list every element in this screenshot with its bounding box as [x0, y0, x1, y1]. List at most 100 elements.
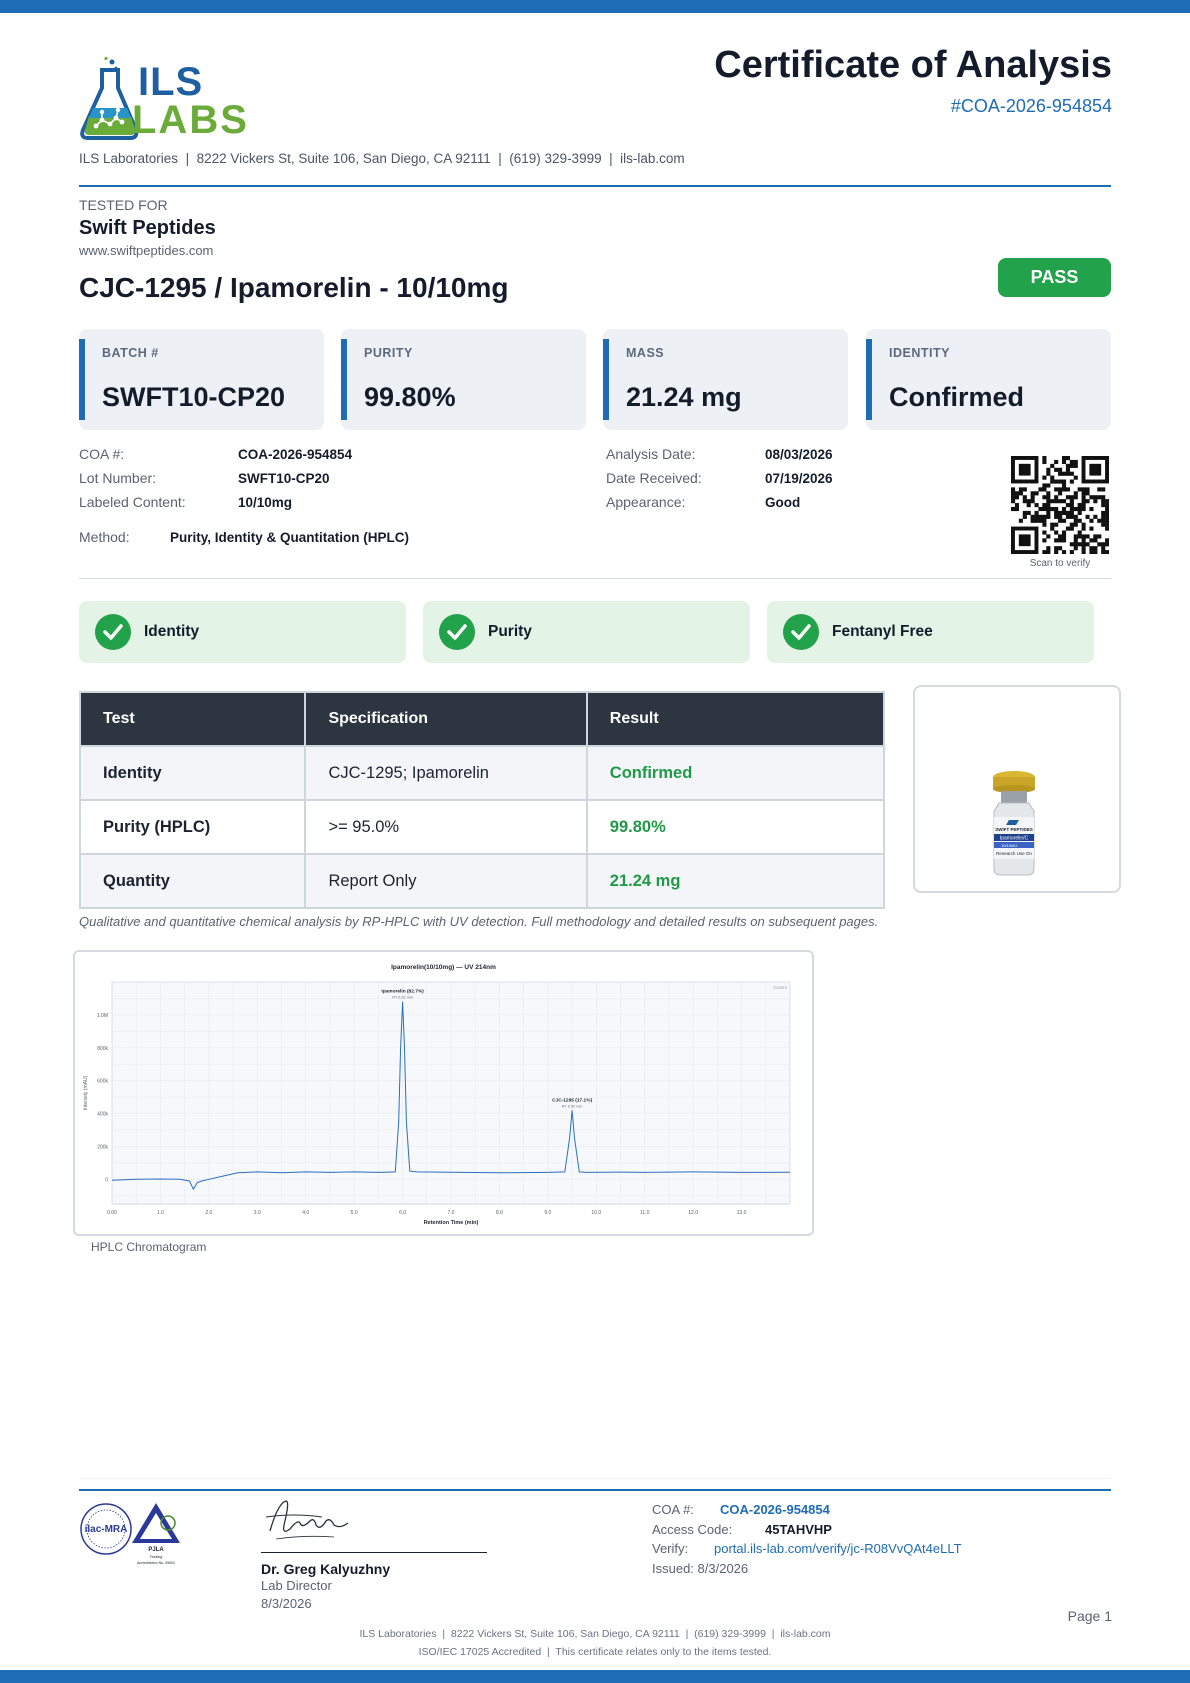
- x-tick-label: 9.0: [544, 1210, 551, 1216]
- lab-contact-line: ILS Laboratories | 8222 Vickers St, Suit…: [79, 151, 685, 166]
- pjla-seal-icon: PJLA Testing Accreditation No. 99602: [132, 1503, 180, 1565]
- y-axis-label: Intensity (mAU): [83, 1075, 89, 1110]
- x-tick-label: 12.0: [688, 1210, 698, 1216]
- vial-image: SWIFT PEPTIDES Ipamorelin/C 10/10MG Rese…: [993, 771, 1035, 876]
- stat-card-mass: MASS 21.24 mg: [603, 329, 848, 430]
- y-tick-label: 600k: [97, 1079, 108, 1085]
- results-table: Test Specification Result Identity CJC-1…: [78, 691, 886, 909]
- qr-code-icon[interactable]: [1011, 456, 1110, 555]
- specification: CJC-1295; Ipamorelin: [304, 745, 588, 801]
- x-tick-label: 3.0: [254, 1210, 261, 1216]
- content-label: Labeled Content:: [79, 494, 186, 510]
- signature-graphic: [265, 1500, 349, 1540]
- issued-date: Issued: 8/3/2026: [652, 1561, 749, 1576]
- wavelength-label: 214nm: [773, 985, 787, 990]
- appearance-value: Good: [765, 495, 801, 510]
- check-fentanyl-free: Fentanyl Free: [767, 601, 1094, 663]
- stat-card-purity: PURITY 99.80%: [341, 329, 586, 430]
- x-tick-label: 2.0: [205, 1210, 212, 1216]
- x-tick-label: 7.0: [448, 1210, 455, 1216]
- result-value: 99.80%: [585, 799, 886, 855]
- stat-card-identity: IDENTITY Confirmed: [866, 329, 1111, 430]
- x-tick-label: 6.0: [399, 1210, 406, 1216]
- verify-link[interactable]: portal.ils-lab.com/verify/jc-R08VvQAt4eL…: [714, 1541, 962, 1556]
- signer-role: Lab Director: [261, 1578, 332, 1593]
- check-label: Purity: [488, 623, 532, 640]
- result-value: 21.24 mg: [585, 853, 886, 909]
- y-tick-label: 800k: [97, 1046, 108, 1052]
- x-tick-label: 0.00: [107, 1210, 117, 1216]
- chart-title: Ipamorelin(10/10mg) — UV 214nm: [391, 964, 496, 971]
- footer-shadow-line: [79, 1478, 1111, 1479]
- vial-band-text: 10/10MG: [1001, 843, 1017, 848]
- check-purity: Purity: [423, 601, 750, 663]
- ils-labs-logo: ILS LABS: [80, 56, 250, 140]
- access-code-value: 45TAHVHP: [765, 1522, 832, 1537]
- stat-value: Confirmed: [889, 382, 1024, 412]
- pjla-seal-sub: Testing: [150, 1554, 163, 1559]
- column-header-test: Test: [78, 691, 307, 747]
- analysis-date-label: Analysis Date:: [606, 446, 696, 462]
- lot-label: Lot Number:: [79, 470, 157, 486]
- check-icon: [95, 614, 131, 650]
- ilac-mra-seal-icon: ilac-MRA: [80, 1503, 132, 1555]
- signature-line: [261, 1552, 487, 1553]
- date-received-value: 07/19/2026: [765, 471, 833, 486]
- x-tick-label: 4.0: [302, 1210, 309, 1216]
- product-title: CJC-1295 / Ipamorelin - 10/10mg: [79, 272, 509, 303]
- document-title: Certificate of Analysis: [714, 44, 1112, 86]
- stat-label: MASS: [626, 346, 665, 360]
- check-identity: Identity: [79, 601, 406, 663]
- table-row: Identity CJC-1295; Ipamorelin Confirmed: [78, 745, 886, 801]
- client-url: www.swiftpeptides.com: [79, 243, 214, 258]
- check-label: Fentanyl Free: [832, 623, 933, 640]
- flask-icon: [80, 56, 139, 140]
- card-accent-bar: [79, 339, 85, 420]
- table-row: Purity (HPLC) >= 95.0% 99.80%: [78, 799, 886, 855]
- section-divider: [79, 578, 1111, 579]
- coa-label: COA #:: [79, 446, 125, 462]
- specification: Report Only: [304, 853, 588, 909]
- check-icon: [439, 614, 475, 650]
- signer-date: 8/3/2026: [261, 1596, 312, 1611]
- column-header-result: Result: [585, 691, 886, 747]
- lot-value: SWFT10-CP20: [238, 471, 330, 486]
- analysis-date-value: 08/03/2026: [765, 447, 833, 462]
- chromatogram-svg: 0.00 1.0 2.0 3.0 4.0 5.0 6.0 7.0 8.0 9.0 10.0 11.0 1…: [83, 964, 791, 1226]
- x-tick-label: 11.0: [640, 1210, 650, 1216]
- method-note: Qualitative and quantitative chemical an…: [79, 914, 879, 929]
- method-value: Purity, Identity & Quantitation (HPLC): [170, 530, 409, 545]
- product-photo-frame: SWIFT PEPTIDES Ipamorelin/C 10/10MG Rese…: [913, 685, 1121, 893]
- logo-text-labs: LABS: [132, 98, 249, 142]
- specification: >= 95.0%: [304, 799, 588, 855]
- x-tick-label: 1.0: [157, 1210, 164, 1216]
- vial-use-text: Research Use On: [996, 851, 1032, 856]
- ilac-seal-text: ilac-MRA: [85, 1524, 128, 1535]
- bottom-accent-bar: [0, 1670, 1190, 1683]
- coa-number-header: #COA-2026-954854: [950, 96, 1112, 116]
- y-tick-label: 200k: [97, 1144, 108, 1150]
- check-label: Identity: [144, 623, 200, 640]
- access-code-label: Access Code:: [652, 1522, 733, 1537]
- check-icon: [783, 614, 819, 650]
- pjla-seal-text: PJLA: [148, 1547, 164, 1553]
- client-name: Swift Peptides: [79, 217, 216, 239]
- coa-value: COA-2026-954854: [238, 447, 353, 462]
- tested-for-label: TESTED FOR: [79, 197, 168, 213]
- appearance-label: Appearance:: [606, 494, 686, 510]
- header-divider: [79, 185, 1111, 187]
- x-tick-label: 10.0: [591, 1210, 601, 1216]
- y-tick-label: 400k: [97, 1112, 108, 1118]
- column-header-specification: Specification: [304, 691, 588, 747]
- pjla-seal-accreditation: Accreditation No. 99602: [137, 1561, 175, 1565]
- peak-retention-time: RT 9.50 min: [562, 1104, 583, 1108]
- footer-divider: [79, 1489, 1111, 1491]
- pass-status-badge: PASS: [998, 258, 1111, 297]
- test-name: Quantity: [78, 853, 307, 909]
- footer-address: ILS Laboratories | 8222 Vickers St, Suit…: [359, 1628, 831, 1640]
- signer-name: Dr. Greg Kalyuzhny: [261, 1561, 391, 1577]
- card-accent-bar: [603, 339, 609, 420]
- table-row: Quantity Report Only 21.24 mg: [78, 853, 886, 909]
- result-value: Confirmed: [585, 745, 886, 801]
- peak-label: Ipamorelin (82.7%): [381, 989, 424, 995]
